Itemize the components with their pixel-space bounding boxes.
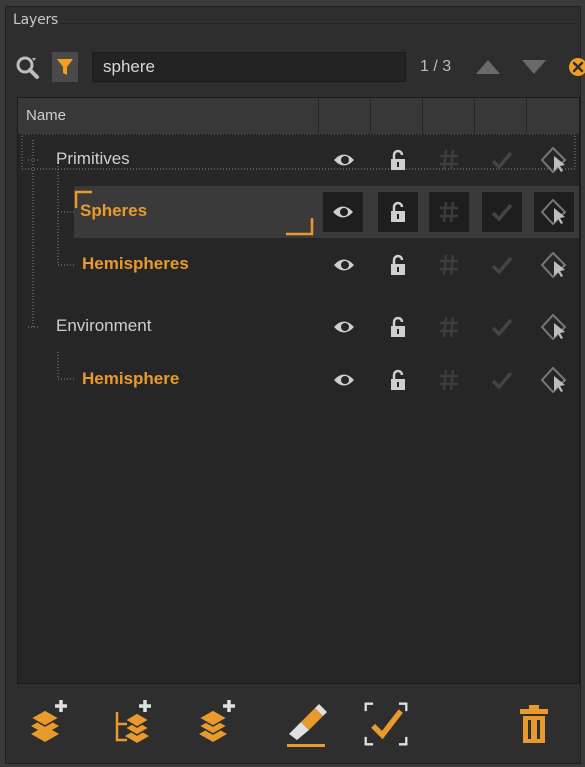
- selectable-toggle[interactable]: [540, 366, 568, 394]
- select-cursor-icon: [541, 252, 567, 278]
- check-icon: [491, 151, 513, 169]
- new-sublayer-button[interactable]: [110, 696, 158, 752]
- layer-label: Primitives: [56, 149, 130, 168]
- eye-icon: [334, 321, 354, 333]
- unlocked-icon: [391, 201, 405, 222]
- layer-label: Environment: [56, 316, 152, 335]
- new-layer-from-selection-button[interactable]: [194, 696, 242, 752]
- hash-icon: [440, 201, 458, 223]
- render-toggle[interactable]: [488, 251, 516, 279]
- selectable-toggle[interactable]: [534, 192, 574, 232]
- visibility-toggle[interactable]: [330, 366, 358, 394]
- lock-toggle[interactable]: [384, 313, 412, 341]
- render-toggle[interactable]: [488, 313, 516, 341]
- select-cursor-icon: [541, 199, 567, 225]
- clear-search-button[interactable]: [566, 56, 585, 78]
- title-divider: [60, 23, 577, 24]
- unlocked-icon: [391, 316, 405, 337]
- trash-icon: [520, 705, 548, 743]
- lock-toggle[interactable]: [384, 251, 412, 279]
- lock-toggle[interactable]: [384, 146, 412, 174]
- edit-layer-icon: [287, 704, 327, 747]
- select-cursor-icon: [541, 367, 567, 393]
- wireframe-toggle[interactable]: [435, 313, 463, 341]
- check-icon: [491, 318, 513, 336]
- hash-icon: [440, 316, 458, 338]
- previous-match-button[interactable]: [476, 56, 500, 78]
- lock-toggle[interactable]: [378, 192, 418, 232]
- lock-toggle[interactable]: [384, 366, 412, 394]
- hash-icon: [440, 254, 458, 276]
- layer-label: Spheres: [80, 201, 148, 220]
- wireframe-toggle[interactable]: [435, 251, 463, 279]
- layer-label: Hemisphere: [82, 369, 180, 388]
- match-count: 1 / 3: [420, 58, 452, 75]
- wireframe-toggle[interactable]: [429, 192, 469, 232]
- wireframe-toggle[interactable]: [435, 366, 463, 394]
- unlocked-icon: [391, 149, 405, 170]
- new-layer-from-selection-icon: [197, 700, 235, 742]
- check-icon: [491, 203, 513, 221]
- tree-row-environment[interactable]: Environment: [18, 301, 579, 353]
- search-input[interactable]: [92, 52, 406, 82]
- next-match-button[interactable]: [522, 56, 546, 78]
- visibility-toggle[interactable]: [330, 251, 358, 279]
- eye-icon: [334, 374, 354, 386]
- select-layer-objects-button[interactable]: [362, 696, 410, 752]
- layer-label: Hemispheres: [82, 254, 189, 273]
- edit-layer-button[interactable]: [282, 696, 330, 752]
- visibility-toggle[interactable]: [330, 146, 358, 174]
- tree-row-primitives[interactable]: Primitives: [18, 134, 579, 186]
- check-icon: [491, 256, 513, 274]
- selectable-toggle[interactable]: [540, 251, 568, 279]
- check-icon: [491, 371, 513, 389]
- wireframe-toggle[interactable]: [435, 146, 463, 174]
- tree-row-hemispheres[interactable]: Hemispheres: [18, 239, 579, 291]
- select-layer-objects-icon: [364, 702, 408, 746]
- unlocked-icon: [391, 369, 405, 390]
- search-bar: 1 / 3: [14, 50, 585, 86]
- eye-icon: [334, 154, 354, 166]
- selectable-toggle[interactable]: [540, 146, 568, 174]
- filter-toggle-button[interactable]: [52, 52, 78, 82]
- render-toggle[interactable]: [482, 192, 522, 232]
- eye-icon: [333, 206, 353, 218]
- column-header-name[interactable]: Name: [26, 107, 66, 124]
- render-toggle[interactable]: [488, 146, 516, 174]
- select-cursor-icon: [541, 147, 567, 173]
- new-sublayer-icon: [115, 700, 151, 743]
- selectable-toggle[interactable]: [540, 313, 568, 341]
- triangle-down-icon: [522, 60, 546, 74]
- layer-tree: Name Primitives Spheres Hemispheres Envi…: [17, 97, 580, 684]
- hash-icon: [440, 369, 458, 391]
- search-icon[interactable]: [14, 54, 40, 80]
- new-layer-button[interactable]: [26, 696, 74, 752]
- close-circle-icon: [569, 58, 585, 76]
- new-layer-icon: [29, 700, 67, 742]
- render-toggle[interactable]: [488, 366, 516, 394]
- unlocked-icon: [391, 254, 405, 275]
- select-cursor-icon: [541, 314, 567, 340]
- visibility-toggle[interactable]: [330, 313, 358, 341]
- tree-row-spheres[interactable]: Spheres: [18, 186, 579, 238]
- hash-icon: [440, 149, 458, 171]
- filter-icon: [57, 59, 73, 75]
- panel-title: Layers: [13, 12, 59, 28]
- eye-icon: [334, 259, 354, 271]
- layer-toolbar: [6, 690, 580, 760]
- visibility-toggle[interactable]: [323, 192, 363, 232]
- delete-layer-button[interactable]: [510, 696, 558, 752]
- triangle-up-icon: [476, 60, 500, 74]
- column-header: Name: [18, 98, 579, 135]
- tree-row-hemisphere[interactable]: Hemisphere: [18, 354, 579, 406]
